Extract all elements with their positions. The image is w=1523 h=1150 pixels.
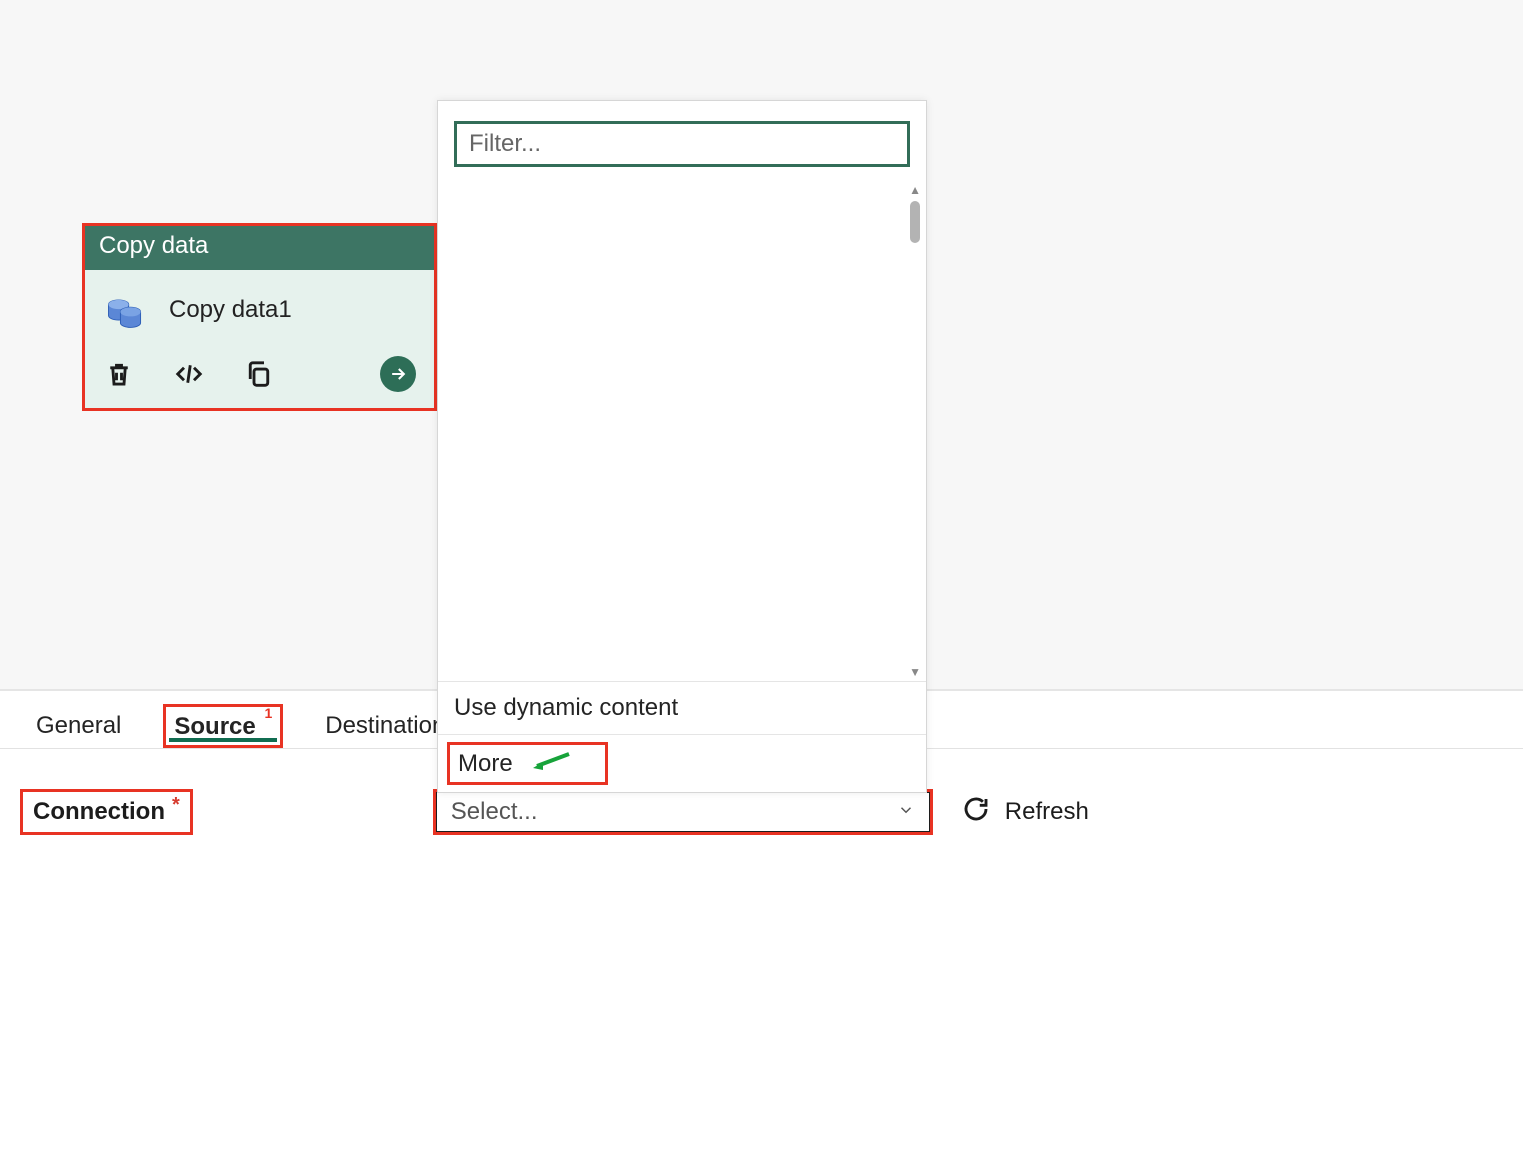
copy-icon[interactable] — [243, 358, 275, 390]
tab-source[interactable]: Source 1 — [163, 704, 283, 748]
more-item[interactable]: More — [447, 742, 608, 785]
connection-label: Connection * — [20, 789, 193, 835]
tab-source-badge: 1 — [264, 705, 272, 721]
tab-source-label: Source — [174, 713, 255, 740]
arrow-right-icon[interactable] — [380, 356, 416, 392]
connection-select[interactable]: Select... — [433, 789, 933, 835]
delete-icon[interactable] — [103, 358, 135, 390]
refresh-label: Refresh — [1005, 798, 1089, 826]
arrow-annotation-icon — [531, 748, 571, 779]
dropdown-list[interactable]: ▲ ▼ — [438, 181, 926, 681]
activity-toolbar — [85, 342, 434, 408]
more-label: More — [458, 750, 513, 778]
activity-copy-data[interactable]: Copy data Copy data1 — [82, 223, 437, 411]
code-icon[interactable] — [173, 358, 205, 390]
refresh-icon — [961, 794, 991, 831]
scroll-down-icon: ▼ — [909, 665, 921, 679]
use-dynamic-content-item[interactable]: Use dynamic content — [438, 682, 926, 734]
connection-select-placeholder: Select... — [451, 798, 538, 826]
tab-general[interactable]: General — [28, 702, 129, 748]
tab-general-label: General — [36, 712, 121, 739]
chevron-down-icon — [897, 798, 915, 826]
tab-destination-label: Destination — [325, 712, 445, 739]
connection-dropdown-panel: ▲ ▼ Use dynamic content More — [437, 100, 927, 793]
filter-input[interactable] — [454, 121, 910, 167]
scroll-up-icon: ▲ — [909, 183, 921, 197]
connection-label-text: Connection — [33, 798, 165, 826]
activity-header: Copy data — [85, 226, 434, 270]
required-asterisk: * — [172, 794, 180, 817]
activity-body: Copy data1 — [85, 270, 434, 342]
refresh-button[interactable]: Refresh — [961, 794, 1089, 831]
activity-name: Copy data1 — [169, 296, 292, 324]
database-icon — [103, 288, 147, 332]
scrollbar-thumb[interactable] — [910, 201, 920, 243]
